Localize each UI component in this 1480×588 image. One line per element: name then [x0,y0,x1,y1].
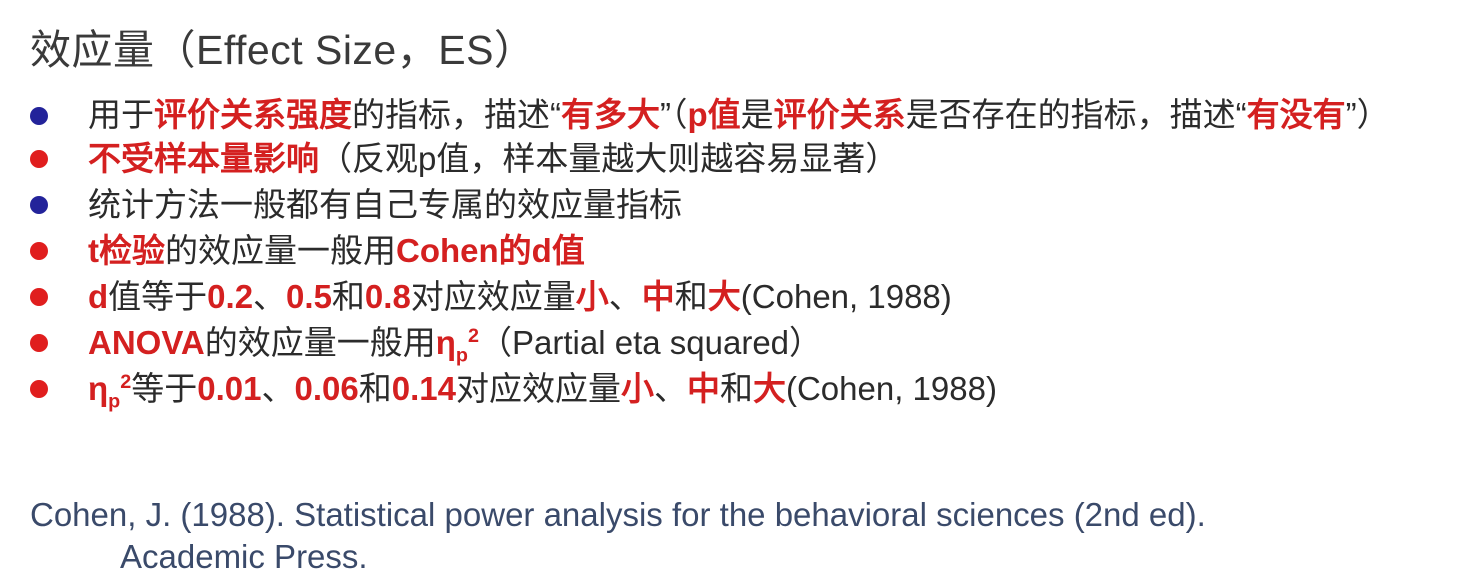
highlight-text: 0.8 [364,278,411,315]
highlight-text: 有没有 [1246,96,1346,133]
bullet-text: 是否存在的指标，描述“ [905,96,1247,133]
bullet-dot-red-icon [30,380,48,398]
bullet-item-relationship-strength: 用于评价关系强度的指标，描述“有多大”（p值是评价关系是否存在的指标，描述“有没… [30,93,1470,136]
highlight-text: t检验 [88,232,165,269]
bullet-text: 的指标，描述“ [352,96,561,133]
bullet-text: 和 [358,370,392,407]
highlight-text: 0.5 [286,278,332,315]
bullet-item-sample-size: 不受样本量影响（反观p值，样本量越大则越容易显著） [30,136,1470,182]
bullet-text: 是 [740,96,774,133]
reference-citation: Cohen, J. (1988). Statistical power anal… [30,494,1450,578]
highlight-text: 有多大 [561,96,660,133]
bullet-text: 用于 [88,96,154,133]
eta-symbol: ηp2 [88,370,132,411]
bullet-item-t-test: t检验的效应量一般用Cohen的d值 [30,228,1470,274]
eta-subscript: p [108,390,121,413]
bullet-text: ”） [1345,96,1390,133]
highlight-text: 大 [707,278,741,315]
bullet-dot-blue-icon [30,196,48,214]
reference-line-2: Academic Press. [120,538,368,575]
highlight-text: p值 [687,96,741,133]
bullet-text: 、 [261,370,295,407]
bullet-text: (Cohen, 1988) [740,278,952,315]
bullet-text: 对应效应量 [455,370,621,407]
bullet-text: 和 [719,370,753,407]
bullet-text: 的效应量一般用 [204,324,436,361]
highlight-text: 中 [686,370,720,407]
eta-symbol: ηp2 [435,324,480,365]
bullet-text: 等于 [131,370,198,407]
bullet-item-eta-values: ηp2等于0.01、0.06和0.14对应效应量小、中和大(Cohen, 198… [30,366,1470,412]
eta-subscript: p [455,344,468,367]
bullet-item-anova: ANOVA的效应量一般用ηp2（Partial eta squared） [30,320,1470,366]
highlight-text: 中 [641,278,675,315]
bullet-dot-red-icon [30,242,48,260]
highlight-text: 评价关系强度 [154,96,352,133]
highlight-text: 大 [752,370,786,407]
highlight-text: 小 [620,370,654,407]
eta-superscript: 2 [468,325,480,347]
bullet-text: 、 [608,278,642,315]
bullet-list: 用于评价关系强度的指标，描述“有多大”（p值是评价关系是否存在的指标，描述“有没… [30,93,1470,412]
bullet-text: 值等于 [108,278,208,315]
bullet-text: ”（ [660,96,688,133]
highlight-text: d [88,278,109,315]
slide-title: 效应量（Effect Size，ES） [30,27,536,73]
bullet-text: 、 [653,370,687,407]
reference-line-1: Cohen, J. (1988). Statistical power anal… [30,496,1206,533]
highlight-text: 0.06 [294,370,359,407]
bullet-text: （反观p值，样本量越大则越容易显著） [319,140,899,177]
bullet-dot-red-icon [30,150,48,168]
bullet-text: 的效应量一般用 [165,232,396,269]
eta-superscript: 2 [120,371,132,393]
bullet-text: 统计方法一般都有自己专属的效应量指标 [88,186,682,223]
highlight-text: 0.01 [197,370,262,407]
bullet-text: 和 [331,278,365,315]
bullet-text: 对应效应量 [410,278,576,315]
bullet-dot-blue-icon [30,107,48,125]
highlight-text: 不受样本量影响 [88,140,319,177]
eta-letter: η [88,370,109,407]
slide: 效应量（Effect Size，ES） 用于评价关系强度的指标，描述“有多大”（… [0,0,1480,588]
bullet-dot-red-icon [30,288,48,306]
highlight-text: 0.2 [207,278,254,315]
bullet-text: 、 [253,278,287,315]
bullet-text: (Cohen, 1988) [785,370,997,407]
highlight-text: 评价关系 [773,96,906,133]
highlight-text: Cohen的d值 [396,232,585,269]
highlight-text: 0.14 [391,370,456,407]
bullet-item-d-values: d值等于0.2、0.5和0.8对应效应量小、中和大(Cohen, 1988) [30,274,1470,320]
bullet-item-method-specific: 统计方法一般都有自己专属的效应量指标 [30,182,1470,228]
bullet-text: 和 [674,278,708,315]
highlight-text: 小 [575,278,609,315]
bullet-dot-red-icon [30,334,48,352]
bullet-text: （Partial eta squared） [479,324,823,361]
eta-letter: η [435,324,456,361]
highlight-text: ANOVA [88,324,205,361]
